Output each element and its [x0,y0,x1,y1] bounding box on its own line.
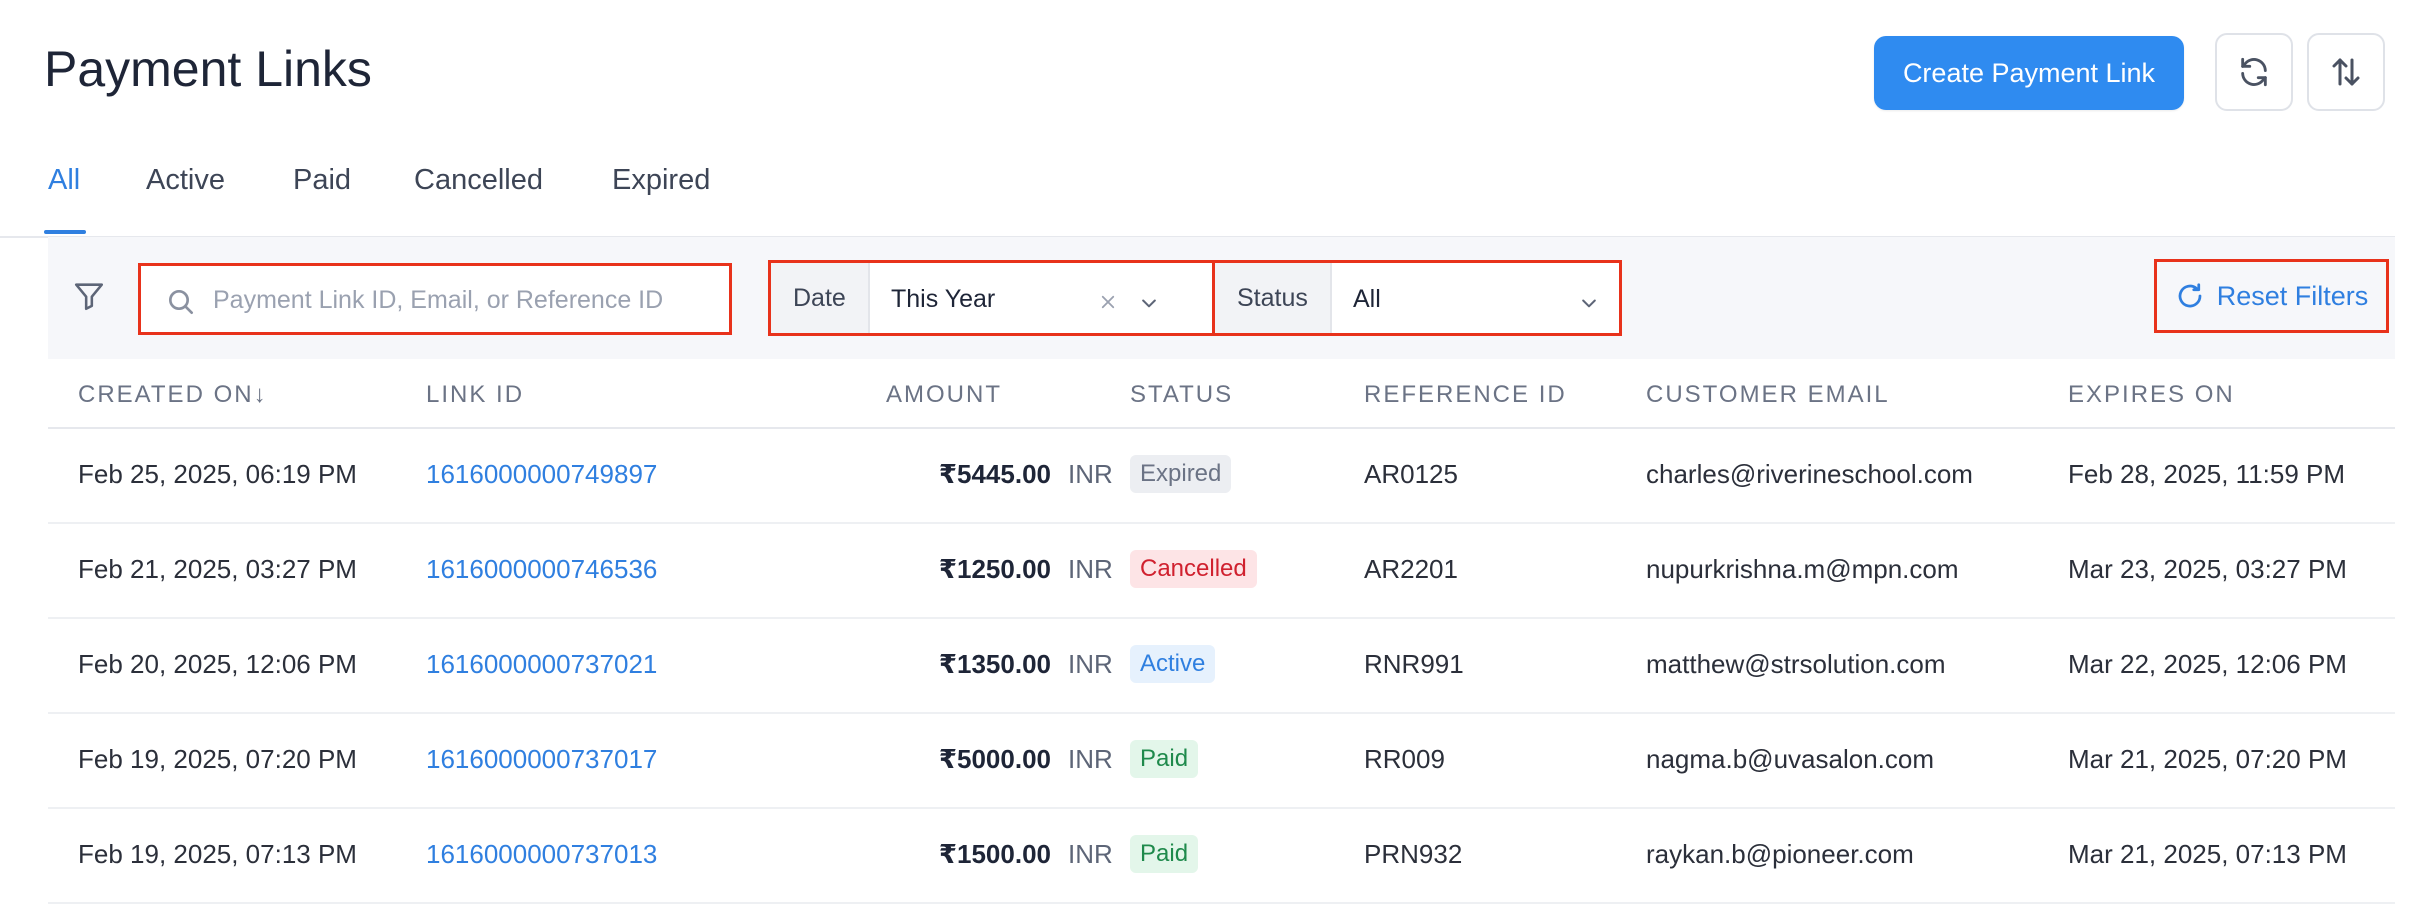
active-tab-indicator [44,230,86,234]
amount-cell: ₹5000.00 [938,744,1051,774]
amount-cell: ₹1500.00 [938,839,1051,869]
created-on-cell: Feb 20, 2025, 12:06 PM [78,649,357,679]
filter-funnel-icon[interactable] [72,279,106,313]
customer-email-cell: charles@riverineschool.com [1646,459,1973,489]
reference-id-cell: AR0125 [1364,459,1458,489]
customer-email-cell: nagma.b@uvasalon.com [1646,744,1934,774]
tab-expired[interactable]: Expired [612,164,710,197]
reference-id-cell: RR009 [1364,744,1445,774]
table-row[interactable]: Feb 19, 2025, 07:20 PM 1616000000737017 … [48,714,2395,809]
filter-bar: Date This Year Status All Reset Filters [48,237,2395,359]
customer-email-cell: raykan.b@pioneer.com [1646,839,1914,869]
expires-on-cell: Feb 28, 2025, 11:59 PM [2068,459,2346,489]
refresh-icon [2241,57,2267,87]
column-link-id: LINK ID [426,381,525,408]
expires-on-cell: Mar 22, 2025, 12:06 PM [2068,649,2347,679]
search-box[interactable] [138,263,732,335]
reset-filters-button[interactable]: Reset Filters [2154,259,2389,333]
expires-on-cell: Mar 23, 2025, 03:27 PM [2068,554,2347,584]
amount-cell: ₹1350.00 [938,649,1051,679]
customer-email-cell: matthew@strsolution.com [1646,649,1946,679]
amount-cell: ₹5445.00 [938,459,1051,489]
tab-all[interactable]: All [48,164,80,197]
date-filter[interactable]: Date This Year [768,260,1230,336]
status-badge: Active [1130,645,1216,683]
currency-cell: INR [1068,459,1113,489]
chevron-down-icon[interactable] [1579,293,1599,313]
amount-cell: ₹1250.00 [938,554,1051,584]
status-badge: Paid [1130,835,1199,873]
tab-active[interactable]: Active [146,164,225,197]
column-reference-id: REFERENCE ID [1364,381,1567,408]
date-filter-label: Date [771,263,870,333]
table-row[interactable]: Feb 25, 2025, 06:19 PM 1616000000749897 … [48,429,2395,524]
chevron-down-icon[interactable] [1139,293,1159,313]
reset-filters-label: Reset Filters [2216,280,2369,311]
table-header: CREATED ON↓ LINK ID AMOUNT STATUS REFERE… [48,359,2395,429]
column-expires-on: EXPIRES ON [2068,381,2235,408]
reference-id-cell: RNR991 [1364,649,1464,679]
created-on-cell: Feb 25, 2025, 06:19 PM [78,459,357,489]
link-id-link[interactable]: 1616000000746536 [426,554,657,585]
clear-icon[interactable] [1099,293,1117,311]
table-row[interactable]: Feb 20, 2025, 12:06 PM 1616000000737021 … [48,619,2395,714]
expires-on-cell: Mar 21, 2025, 07:20 PM [2068,744,2347,774]
status-filter-label: Status [1215,263,1332,333]
reference-id-cell: PRN932 [1364,839,1463,869]
payment-links-table: CREATED ON↓ LINK ID AMOUNT STATUS REFERE… [48,359,2395,904]
status-filter[interactable]: Status All [1212,260,1622,336]
link-id-link[interactable]: 1616000000737021 [426,649,657,680]
column-status: STATUS [1130,381,1234,408]
status-badge: Paid [1130,740,1199,778]
date-filter-value: This Year [891,285,996,313]
status-badge: Cancelled [1130,550,1257,588]
status-filter-value: All [1353,285,1381,313]
column-created-on[interactable]: CREATED ON↓ [78,381,268,409]
currency-cell: INR [1068,839,1113,869]
created-on-cell: Feb 19, 2025, 07:20 PM [78,744,357,774]
link-id-link[interactable]: 1616000000737013 [426,839,657,870]
currency-cell: INR [1068,649,1113,679]
link-id-link[interactable]: 1616000000737017 [426,744,657,775]
created-on-cell: Feb 21, 2025, 03:27 PM [78,554,357,584]
created-on-cell: Feb 19, 2025, 07:13 PM [78,839,357,869]
refresh-button[interactable] [2215,33,2293,111]
column-customer-email: CUSTOMER EMAIL [1646,381,1890,408]
search-icon [169,290,193,314]
sort-down-arrow-icon: ↓ [253,381,268,408]
reference-id-cell: AR2201 [1364,554,1458,584]
page-title: Payment Links [44,41,372,97]
link-id-link[interactable]: 1616000000749897 [426,459,657,490]
customer-email-cell: nupurkrishna.m@mpn.com [1646,554,1959,584]
status-badge: Expired [1130,455,1232,493]
table-row[interactable]: Feb 19, 2025, 07:13 PM 1616000000737013 … [48,809,2395,904]
column-amount: AMOUNT [886,381,1002,408]
tab-paid[interactable]: Paid [293,164,351,197]
currency-cell: INR [1068,554,1113,584]
sort-icon [2332,58,2360,86]
reset-icon [2178,283,2202,308]
tab-cancelled[interactable]: Cancelled [414,164,543,197]
status-tabs: All Active Paid Cancelled Expired [0,150,2395,238]
create-payment-link-button[interactable]: Create Payment Link [1874,36,2184,110]
currency-cell: INR [1068,744,1113,774]
expires-on-cell: Mar 21, 2025, 07:13 PM [2068,839,2347,869]
sort-button[interactable] [2307,33,2385,111]
table-row[interactable]: Feb 21, 2025, 03:27 PM 1616000000746536 … [48,524,2395,619]
search-input[interactable] [211,280,715,320]
